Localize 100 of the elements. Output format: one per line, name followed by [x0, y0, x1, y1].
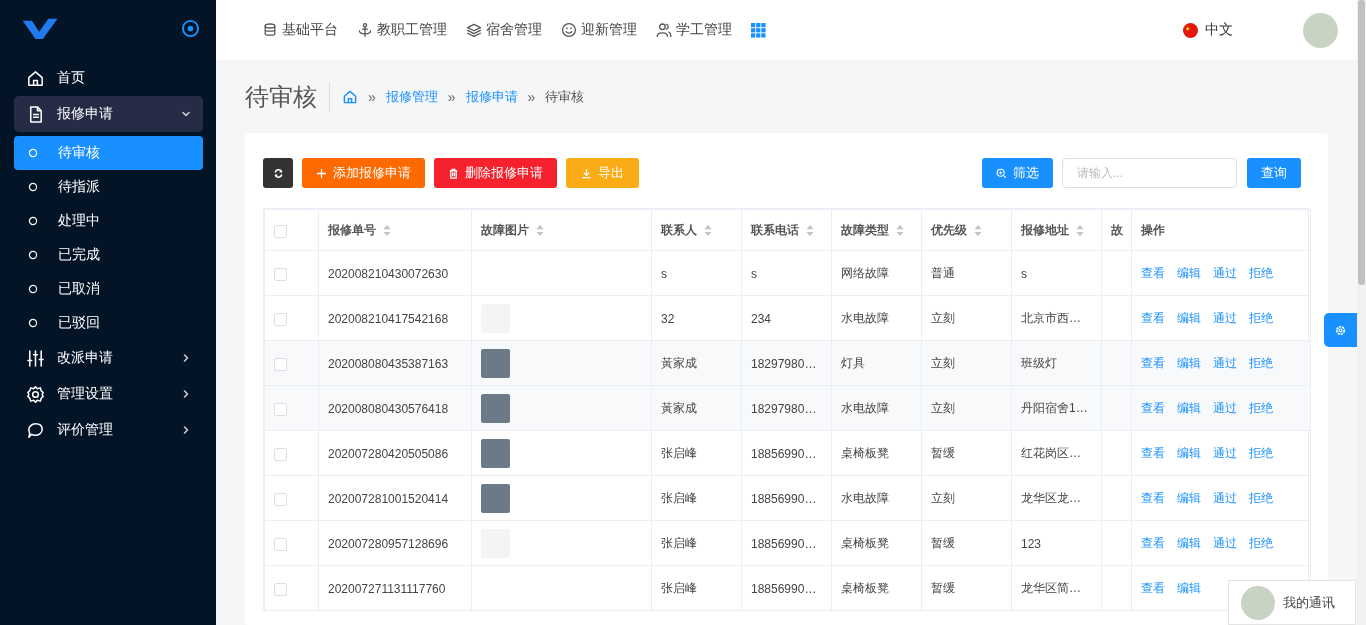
table-cell: 18856990… [751, 581, 817, 596]
submenu-item[interactable]: 处理中 [14, 204, 203, 238]
column-header: 故障图片 [481, 221, 529, 239]
table-cell: 张启峰 [661, 535, 697, 550]
submenu-item[interactable]: 待指派 [14, 170, 203, 204]
chat-widget[interactable]: 我的通讯 [1228, 580, 1356, 625]
table-cell: 水电故障 [841, 490, 889, 505]
menu-item[interactable]: 改派申请 [14, 340, 203, 376]
nav-link[interactable]: 学工管理 [656, 21, 732, 39]
action-link[interactable]: 通过 [1213, 445, 1237, 460]
action-link[interactable]: 编辑 [1177, 400, 1201, 415]
action-link[interactable]: 通过 [1213, 400, 1237, 415]
sort-icon[interactable] [806, 224, 814, 236]
sort-icon[interactable] [383, 224, 391, 236]
nav-link[interactable]: 宿舍管理 [466, 21, 542, 39]
checkbox[interactable] [274, 357, 287, 371]
action-link[interactable]: 查看 [1141, 265, 1165, 280]
checkbox[interactable] [274, 224, 287, 238]
action-link[interactable]: 拒绝 [1249, 445, 1273, 460]
column-header: 报修地址 [1021, 221, 1069, 239]
checkbox[interactable] [274, 312, 287, 326]
nav-link[interactable]: 基础平台 [262, 21, 338, 39]
avatar [1241, 585, 1275, 620]
sort-icon[interactable] [536, 224, 544, 236]
action-link[interactable]: 拒绝 [1249, 310, 1273, 325]
home-icon[interactable] [342, 88, 358, 105]
photo-placeholder[interactable] [481, 438, 510, 468]
sort-icon[interactable] [704, 224, 712, 236]
circle-icon [28, 148, 38, 158]
settings-button[interactable] [1324, 313, 1357, 347]
action-link[interactable]: 通过 [1213, 535, 1237, 550]
table-cell: 黃家成 [661, 355, 697, 370]
checkbox[interactable] [274, 402, 287, 416]
menu-item[interactable]: 报修申请 [14, 96, 203, 132]
export-button[interactable]: 导出 [566, 158, 639, 188]
submenu-item[interactable]: 待审核 [14, 136, 203, 170]
action-link[interactable]: 查看 [1141, 355, 1165, 370]
photo-placeholder[interactable] [481, 393, 510, 423]
checkbox[interactable] [274, 492, 287, 506]
sort-icon[interactable] [1076, 224, 1084, 236]
refresh-button[interactable] [263, 158, 293, 188]
breadcrumb-link[interactable]: 报修管理 [385, 87, 438, 106]
filter-button[interactable]: 筛选 [982, 158, 1053, 188]
column-header: 报修单号 [328, 221, 376, 239]
table-cell: 张启峰 [661, 580, 697, 595]
checkbox[interactable] [274, 537, 287, 551]
action-link[interactable]: 查看 [1141, 580, 1165, 595]
table-cell: 18856990… [751, 446, 817, 461]
submenu-item[interactable]: 已取消 [14, 272, 203, 306]
submenu-item[interactable]: 已完成 [14, 238, 203, 272]
scroll-thumb[interactable] [1358, 0, 1365, 285]
action-link[interactable]: 编辑 [1177, 265, 1201, 280]
action-link[interactable]: 查看 [1141, 490, 1165, 505]
checkbox[interactable] [274, 267, 287, 281]
action-link[interactable]: 查看 [1141, 310, 1165, 325]
checkbox[interactable] [274, 447, 287, 461]
scrollbar[interactable] [1357, 0, 1366, 625]
action-link[interactable]: 查看 [1141, 400, 1165, 415]
query-button[interactable]: 查询 [1247, 158, 1301, 188]
table-cell: 普通 [931, 265, 955, 280]
action-link[interactable]: 查看 [1141, 535, 1165, 550]
sort-icon[interactable] [974, 224, 982, 236]
action-link[interactable]: 拒绝 [1249, 490, 1273, 505]
checkbox[interactable] [274, 582, 287, 596]
target-icon[interactable] [181, 18, 200, 38]
menu-item[interactable]: 首页 [14, 60, 203, 96]
breadcrumb-link[interactable]: 报修申请 [465, 87, 518, 106]
action-link[interactable]: 拒绝 [1249, 265, 1273, 280]
action-link[interactable]: 通过 [1213, 310, 1237, 325]
language-menu[interactable]: 中文 [1183, 21, 1233, 39]
action-link[interactable]: 拒绝 [1249, 355, 1273, 370]
action-link[interactable]: 通过 [1213, 355, 1237, 370]
action-link[interactable]: 拒绝 [1249, 400, 1273, 415]
table-cell: 龙华区龙… [1021, 490, 1081, 505]
table-cell: s [1021, 266, 1027, 281]
menu-item[interactable]: 管理设置 [14, 376, 203, 412]
menu-item[interactable]: 评价管理 [14, 412, 203, 448]
action-link[interactable]: 编辑 [1177, 490, 1201, 505]
table-cell: 张启峰 [661, 490, 697, 505]
add-button[interactable]: 添加报修申请 [302, 158, 425, 188]
action-link[interactable]: 编辑 [1177, 580, 1201, 595]
delete-button[interactable]: 删除报修申请 [434, 158, 557, 188]
action-link[interactable]: 通过 [1213, 265, 1237, 280]
action-link[interactable]: 编辑 [1177, 445, 1201, 460]
search-field[interactable]: 请输入... [1062, 158, 1237, 188]
action-link[interactable]: 查看 [1141, 445, 1165, 460]
nav-link[interactable]: 迎新管理 [561, 21, 637, 39]
action-link[interactable]: 编辑 [1177, 310, 1201, 325]
photo-placeholder[interactable] [481, 348, 510, 378]
zoom-in-icon [996, 167, 1007, 179]
avatar[interactable] [1303, 12, 1338, 48]
grid-icon[interactable] [751, 22, 766, 38]
action-link[interactable]: 拒绝 [1249, 535, 1273, 550]
photo-placeholder[interactable] [481, 483, 510, 513]
nav-link[interactable]: 教职工管理 [357, 21, 447, 39]
action-link[interactable]: 编辑 [1177, 355, 1201, 370]
action-link[interactable]: 通过 [1213, 490, 1237, 505]
sort-icon[interactable] [896, 224, 904, 236]
submenu-item[interactable]: 已驳回 [14, 306, 203, 340]
action-link[interactable]: 编辑 [1177, 535, 1201, 550]
